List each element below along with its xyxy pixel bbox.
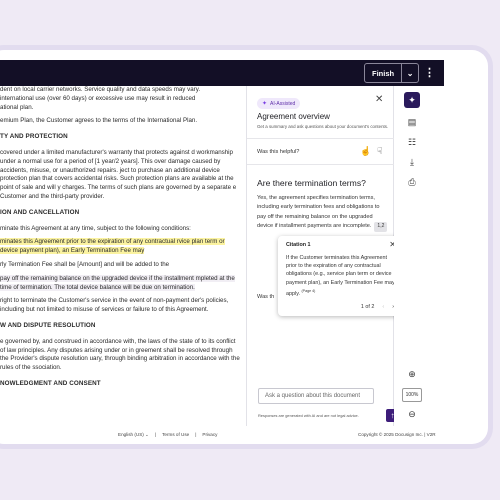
citation-pager: 1 of 2 ‹ › (361, 304, 394, 310)
citation-text: If the Customer terminates this Agreemen… (286, 255, 395, 297)
comments-icon[interactable]: ☷ (404, 134, 420, 150)
privacy-link[interactable]: Privacy (202, 432, 217, 438)
finish-button[interactable]: Finish ⌄ (364, 63, 420, 83)
doc-highlighted-clause: minates this Agreement prior to the expi… (0, 238, 225, 255)
right-tool-rail: ✦ ▤ ☷ ⤓ ⎙ ⊕ 100% ⊖ (394, 86, 430, 426)
doc-paragraph: right to terminate the Customer's servic… (0, 297, 229, 314)
zoom-out-icon[interactable]: ⊖ (404, 406, 420, 422)
helpful-prompt: Was this helpful? (257, 149, 300, 155)
footer-links: English (US) ⌄ | Terms of Use | Privacy (118, 432, 218, 438)
panel-title: Agreement overview (257, 112, 330, 121)
helpful-prompt-truncated: Was th (257, 294, 275, 300)
doc-paragraph: emium Plan, the Customer agrees to the t… (0, 117, 198, 125)
user-question: Are there termination terms? (257, 178, 366, 188)
zoom-level[interactable]: 100% (402, 388, 422, 402)
doc-heading: TY AND PROTECTION (0, 133, 68, 141)
more-options-icon[interactable]: ⋮ (424, 66, 435, 80)
print-icon[interactable]: ⎙ (404, 174, 420, 190)
thumbs-up-icon[interactable]: ☝ (360, 146, 371, 157)
citation-title: Citation 1 (286, 242, 311, 248)
doc-paragraph: minate this Agreement at any time, subje… (0, 224, 191, 232)
doc-paragraph: dent on local carrier networks. Service … (0, 86, 201, 111)
document-viewer[interactable]: dent on local carrier networks. Service … (0, 86, 246, 420)
ai-assisted-badge: ✦ AI-Assisted (257, 98, 301, 109)
thumbs-down-icon[interactable]: ☟ (377, 146, 382, 157)
doc-paragraph: e governed by, and construed in accordan… (0, 337, 240, 372)
doc-paragraph: rly Termination Fee shall be [Amount] an… (0, 260, 170, 268)
ai-assistant-icon[interactable]: ✦ (404, 92, 420, 108)
download-icon[interactable]: ⤓ (404, 154, 420, 170)
sparkle-icon: ✦ (262, 101, 268, 107)
top-toolbar: Finish ⌄ ⋮ (0, 60, 444, 86)
panel-subtitle: Get a summary and ask questions about yo… (257, 124, 389, 129)
citation-chip[interactable]: 1,2 (374, 222, 388, 232)
close-panel-icon[interactable]: ✕ (375, 94, 383, 105)
doc-heading: ION AND CANCELLATION (0, 208, 80, 216)
language-selector[interactable]: English (US) ⌄ (118, 432, 149, 438)
page-reference: (Page 4) (301, 288, 316, 293)
ai-disclaimer: Responses are generated with AI and are … (258, 413, 359, 418)
copyright-text: Copyright © 2025 Docusign Inc. | V2R (358, 432, 436, 437)
prev-citation-icon[interactable]: ‹ (382, 304, 384, 310)
doc-shaded-clause: pay off the remaining balance on the upg… (0, 274, 235, 291)
doc-heading: NOWLEDGMENT AND CONSENT (0, 379, 101, 387)
ask-question-input[interactable]: Ask a question about this document (258, 388, 374, 404)
chevron-down-icon[interactable]: ⌄ (402, 64, 418, 82)
doc-heading: W AND DISPUTE RESOLUTION (0, 321, 96, 329)
terms-link[interactable]: Terms of Use (162, 432, 189, 438)
citation-counter: 1 of 2 (360, 304, 375, 310)
finish-label[interactable]: Finish (365, 64, 403, 82)
zoom-in-icon[interactable]: ⊕ (404, 366, 420, 382)
divider (247, 138, 395, 139)
doc-paragraph: covered under a limited manufacturer's w… (0, 148, 237, 200)
divider (247, 164, 395, 165)
document-icon[interactable]: ▤ (404, 114, 420, 130)
ai-answer: Yes, the agreement specifies termination… (257, 194, 389, 232)
citation-popover: Citation 1 ✕ If the Customer terminates … (278, 236, 404, 316)
